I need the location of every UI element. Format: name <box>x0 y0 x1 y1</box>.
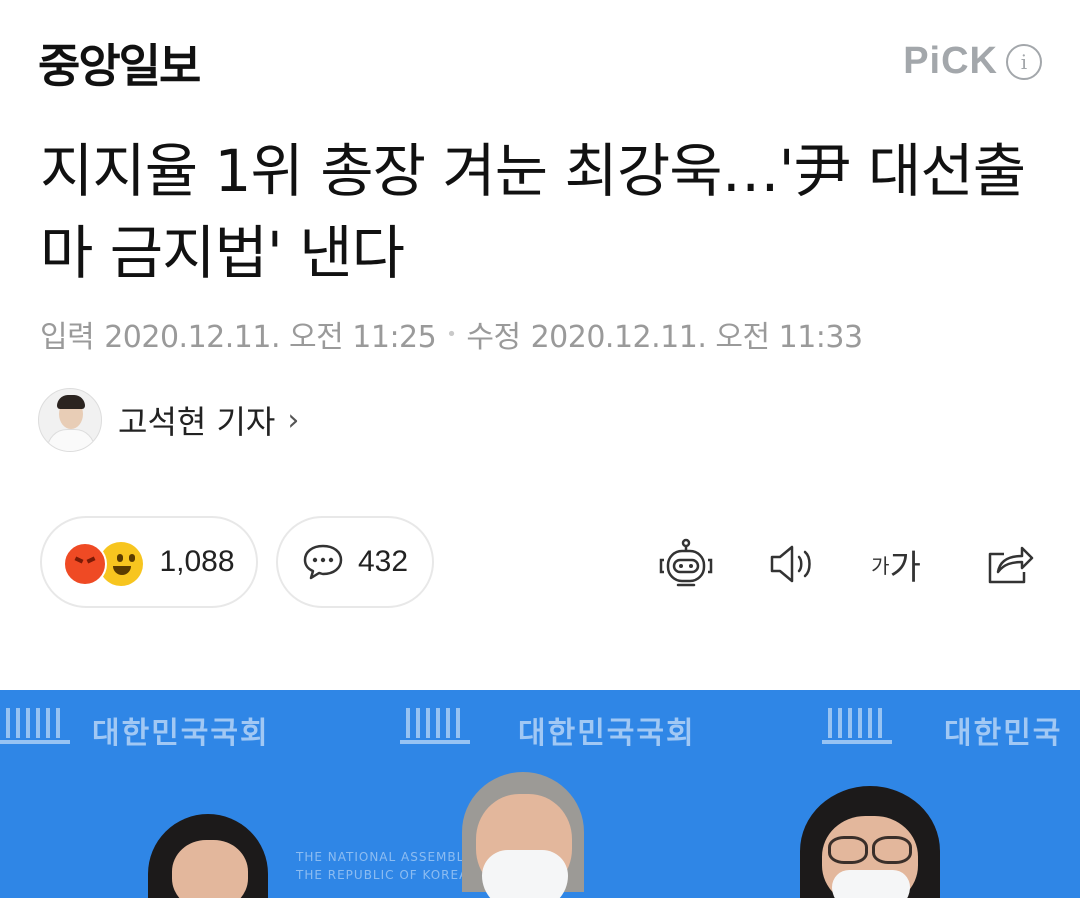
assembly-caption: THE NATIONAL ASSEMBLY <box>296 850 472 864</box>
assembly-emblem-icon <box>0 708 70 744</box>
input-datetime: 2020.12.11. 오전 11:25 <box>104 320 437 355</box>
person-right-mask <box>832 870 910 898</box>
reaction-count: 1,088 <box>159 545 235 578</box>
font-size-button[interactable]: 가 가 <box>866 536 926 592</box>
assembly-emblem-icon <box>400 708 470 744</box>
person-left-face <box>172 840 248 898</box>
comment-bubble-icon <box>303 544 343 580</box>
input-label: 입력 <box>40 320 95 355</box>
banner-text: 대한민국국회 <box>518 716 696 751</box>
pick-label: PiCK <box>903 40 998 82</box>
share-button[interactable] <box>980 536 1040 592</box>
person-center-mask <box>482 850 568 898</box>
chevron-right-icon: › <box>287 402 300 438</box>
read-aloud-button[interactable] <box>762 536 822 592</box>
header: 중앙일보 PiCK i <box>0 0 1080 120</box>
summary-bot-button[interactable] <box>656 536 716 592</box>
avatar-body <box>47 429 95 451</box>
speaker-icon <box>770 545 811 583</box>
font-size-icon: 가 <box>889 547 921 588</box>
article-photo[interactable]: 대한민국국회 대한민국국회 대한민국 THE NATIONAL ASSEMBLY… <box>0 690 1080 898</box>
pick-badge[interactable]: PiCK i <box>903 40 1042 83</box>
font-size-small-glyph: 가 <box>871 553 890 578</box>
avatar-hair <box>57 395 85 409</box>
dateline-separator: • <box>446 323 457 345</box>
angry-emoji-icon <box>63 542 108 586</box>
banner-text: 대한민국국회 <box>92 716 270 751</box>
comment-count: 432 <box>357 545 409 578</box>
person-right-glasses <box>872 836 912 864</box>
publisher-logo[interactable]: 중앙일보 <box>38 30 201 96</box>
reaction-button[interactable]: 1,088 <box>40 516 258 608</box>
assembly-caption: THE REPUBLIC OF KOREA <box>296 868 469 882</box>
modified-datetime: 2020.12.11. 오전 11:33 <box>530 320 864 355</box>
info-icon[interactable]: i <box>1006 43 1042 80</box>
comment-button[interactable]: 432 <box>276 516 434 608</box>
share-icon <box>988 546 1034 584</box>
banner-text-partial: 대한민국 <box>944 716 1063 751</box>
assembly-emblem-icon <box>822 708 892 744</box>
avatar <box>38 388 102 452</box>
dateline: 입력 2020.12.11. 오전 11:25 • 수정 2020.12.11.… <box>40 312 863 356</box>
reporter-link[interactable]: 고석현 기자 › <box>38 388 299 452</box>
reporter-name: 고석현 기자 <box>118 403 276 441</box>
robot-icon <box>659 538 713 587</box>
article-title: 지지율 1위 총장 겨눈 최강욱…'尹 대선출마 금지법' 낸다 <box>40 137 1026 287</box>
reaction-emojis <box>63 540 145 586</box>
modified-label: 수정 <box>466 320 521 355</box>
person-right-glasses <box>828 836 868 864</box>
